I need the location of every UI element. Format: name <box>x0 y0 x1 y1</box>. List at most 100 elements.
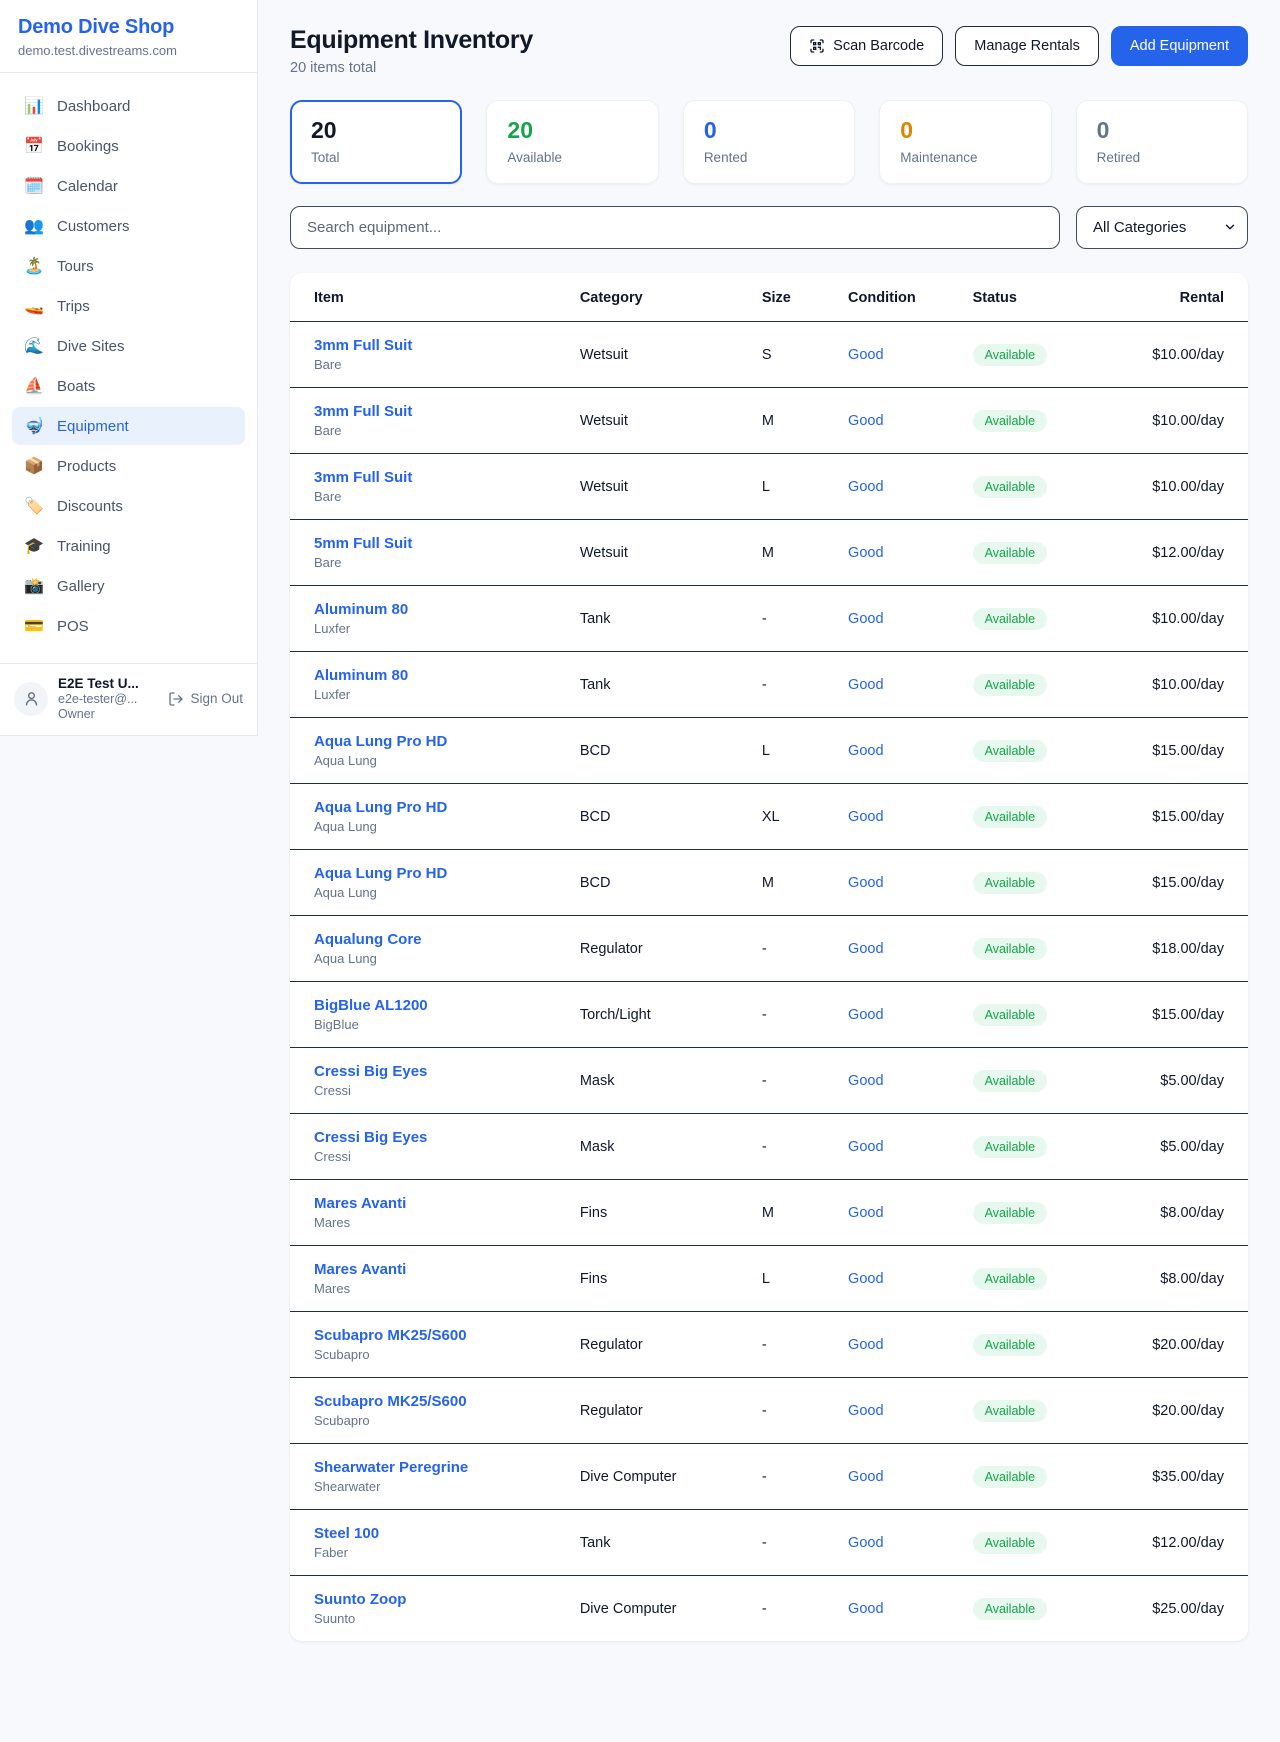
stat-card-available[interactable]: 20 Available <box>486 100 658 184</box>
category-cell: Tank <box>568 652 750 718</box>
size-cell: - <box>750 586 836 652</box>
condition-link[interactable]: Good <box>848 1007 883 1023</box>
scan-barcode-button[interactable]: Scan Barcode <box>790 26 943 66</box>
training-icon: 🎓 <box>24 536 44 556</box>
user-email: e2e-tester@... <box>58 692 158 706</box>
sidebar-item-pos[interactable]: 💳 POS <box>12 607 245 645</box>
condition-link[interactable]: Good <box>848 347 883 363</box>
item-name-link[interactable]: Mares Avanti <box>314 1195 556 1212</box>
item-brand: Mares <box>314 1281 556 1296</box>
category-cell: BCD <box>568 784 750 850</box>
table-row: Mares Avanti Mares Fins M Good Available… <box>290 1180 1248 1246</box>
status-badge: Available <box>973 410 1048 432</box>
add-equipment-button[interactable]: Add Equipment <box>1111 26 1248 66</box>
sidebar-item-label: Dive Sites <box>57 338 125 355</box>
item-brand: Cressi <box>314 1149 556 1164</box>
item-name-link[interactable]: Cressi Big Eyes <box>314 1129 556 1146</box>
item-cell: Aluminum 80 Luxfer <box>290 652 568 718</box>
item-name-link[interactable]: 3mm Full Suit <box>314 337 556 354</box>
item-name-link[interactable]: Aluminum 80 <box>314 601 556 618</box>
condition-cell: Good <box>836 982 961 1048</box>
item-name-link[interactable]: Shearwater Peregrine <box>314 1459 556 1476</box>
sidebar-item-bookings[interactable]: 📅 Bookings <box>12 127 245 165</box>
status-badge: Available <box>973 344 1048 366</box>
item-brand: Aqua Lung <box>314 819 556 834</box>
stat-card-maintenance[interactable]: 0 Maintenance <box>879 100 1051 184</box>
add-equipment-label: Add Equipment <box>1130 38 1229 54</box>
item-name-link[interactable]: 3mm Full Suit <box>314 469 556 486</box>
sidebar-item-dive-sites[interactable]: 🌊 Dive Sites <box>12 327 245 365</box>
condition-link[interactable]: Good <box>848 809 883 825</box>
rental-cell: $25.00/day <box>1104 1576 1248 1642</box>
item-name-link[interactable]: Scubapro MK25/S600 <box>314 1327 556 1344</box>
sidebar-item-dashboard[interactable]: 📊 Dashboard <box>12 87 245 125</box>
condition-link[interactable]: Good <box>848 1139 883 1155</box>
stat-value: 0 <box>900 117 1030 144</box>
sidebar-item-boats[interactable]: ⛵ Boats <box>12 367 245 405</box>
status-badge: Available <box>973 1070 1048 1092</box>
condition-link[interactable]: Good <box>848 1535 883 1551</box>
item-name-link[interactable]: Suunto Zoop <box>314 1591 556 1608</box>
condition-link[interactable]: Good <box>848 611 883 627</box>
condition-link[interactable]: Good <box>848 941 883 957</box>
status-badge: Available <box>973 938 1048 960</box>
sidebar-item-trips[interactable]: 🚤 Trips <box>12 287 245 325</box>
rental-cell: $12.00/day <box>1104 520 1248 586</box>
condition-link[interactable]: Good <box>848 1403 883 1419</box>
item-name-link[interactable]: Aluminum 80 <box>314 667 556 684</box>
item-cell: Steel 100 Faber <box>290 1510 568 1576</box>
stat-card-rented[interactable]: 0 Rented <box>683 100 855 184</box>
category-select[interactable]: All Categories <box>1076 206 1248 249</box>
status-badge: Available <box>973 1532 1048 1554</box>
rental-cell: $20.00/day <box>1104 1312 1248 1378</box>
table-row: Suunto Zoop Suunto Dive Computer - Good … <box>290 1576 1248 1642</box>
stat-card-retired[interactable]: 0 Retired <box>1076 100 1248 184</box>
sidebar-item-customers[interactable]: 👥 Customers <box>12 207 245 245</box>
condition-cell: Good <box>836 784 961 850</box>
item-name-link[interactable]: BigBlue AL1200 <box>314 997 556 1014</box>
stat-card-total[interactable]: 20 Total <box>290 100 462 184</box>
condition-link[interactable]: Good <box>848 1271 883 1287</box>
item-name-link[interactable]: 3mm Full Suit <box>314 403 556 420</box>
condition-link[interactable]: Good <box>848 1073 883 1089</box>
condition-link[interactable]: Good <box>848 677 883 693</box>
sidebar-item-calendar[interactable]: 🗓️ Calendar <box>12 167 245 205</box>
condition-link[interactable]: Good <box>848 413 883 429</box>
item-name-link[interactable]: Aqua Lung Pro HD <box>314 799 556 816</box>
table-row: Aluminum 80 Luxfer Tank - Good Available… <box>290 652 1248 718</box>
condition-link[interactable]: Good <box>848 1337 883 1353</box>
condition-link[interactable]: Good <box>848 479 883 495</box>
item-name-link[interactable]: 5mm Full Suit <box>314 535 556 552</box>
item-name-link[interactable]: Mares Avanti <box>314 1261 556 1278</box>
sidebar-item-equipment[interactable]: 🤿 Equipment <box>12 407 245 445</box>
item-name-link[interactable]: Aqualung Core <box>314 931 556 948</box>
condition-link[interactable]: Good <box>848 875 883 891</box>
search-input[interactable] <box>290 206 1060 249</box>
condition-link[interactable]: Good <box>848 545 883 561</box>
condition-link[interactable]: Good <box>848 1601 883 1617</box>
item-name-link[interactable]: Steel 100 <box>314 1525 556 1542</box>
condition-link[interactable]: Good <box>848 1205 883 1221</box>
column-header-condition: Condition <box>836 273 961 322</box>
sidebar-item-training[interactable]: 🎓 Training <box>12 527 245 565</box>
category-cell: BCD <box>568 850 750 916</box>
status-badge: Available <box>973 1334 1048 1356</box>
sidebar-item-products[interactable]: 📦 Products <box>12 447 245 485</box>
item-name-link[interactable]: Aqua Lung Pro HD <box>314 865 556 882</box>
category-cell: Regulator <box>568 1312 750 1378</box>
manage-rentals-button[interactable]: Manage Rentals <box>955 26 1099 66</box>
condition-link[interactable]: Good <box>848 1469 883 1485</box>
condition-link[interactable]: Good <box>848 743 883 759</box>
status-badge: Available <box>973 674 1048 696</box>
sidebar-item-discounts[interactable]: 🏷️ Discounts <box>12 487 245 525</box>
item-name-link[interactable]: Aqua Lung Pro HD <box>314 733 556 750</box>
sidebar-item-tours[interactable]: 🏝️ Tours <box>12 247 245 285</box>
status-cell: Available <box>961 454 1105 520</box>
sidebar-item-gallery[interactable]: 📸 Gallery <box>12 567 245 605</box>
item-name-link[interactable]: Scubapro MK25/S600 <box>314 1393 556 1410</box>
sign-out-button[interactable]: Sign Out <box>168 691 243 707</box>
rental-cell: $8.00/day <box>1104 1246 1248 1312</box>
status-badge: Available <box>973 542 1048 564</box>
table-row: 3mm Full Suit Bare Wetsuit S Good Availa… <box>290 322 1248 388</box>
item-name-link[interactable]: Cressi Big Eyes <box>314 1063 556 1080</box>
